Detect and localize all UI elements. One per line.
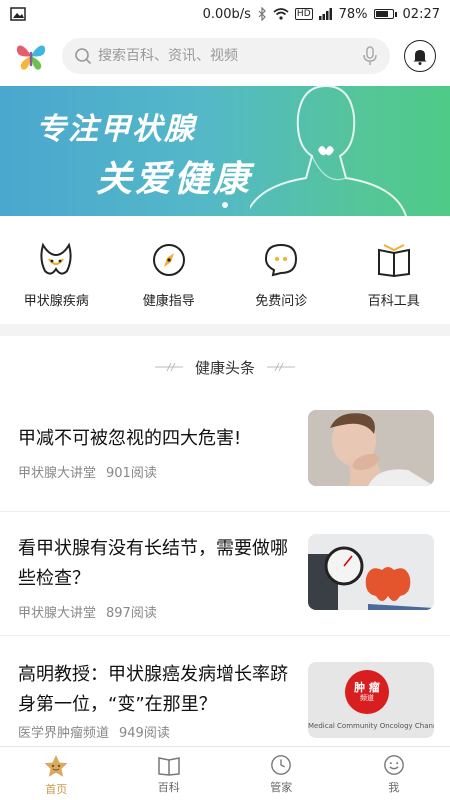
article-meta: 医学界肿瘤频道 949阅读	[18, 722, 298, 741]
tab-manager[interactable]: 管家	[225, 747, 338, 800]
carousel-indicator	[222, 202, 228, 208]
article-thumbnail	[308, 410, 434, 486]
quick-nav-free-consult[interactable]: 免费问诊	[225, 226, 338, 324]
section-title: 健康头条	[194, 358, 255, 377]
banner-carousel[interactable]: 专注甲状腺 关爱健康	[0, 86, 450, 216]
bottom-nav: 首页 百科 管家 我	[0, 746, 450, 800]
thyroid-icon	[40, 242, 72, 275]
decorative-slash-left-icon	[154, 362, 183, 372]
search-icon	[75, 48, 92, 65]
banner-line1: 专注甲状腺	[36, 112, 196, 147]
notification-button[interactable]	[404, 40, 436, 72]
clock-time: 02:27	[402, 6, 440, 22]
thumb-caption: Medical Community Oncology Chann	[308, 722, 434, 730]
quick-nav: 甲状腺疾病 健康指导 免费问诊 百科工具	[0, 226, 450, 324]
tab-home[interactable]: 首页	[0, 747, 113, 800]
header	[0, 34, 450, 78]
article-meta: 甲状腺大讲堂 897阅读	[18, 602, 298, 621]
human-silhouette-icon	[250, 86, 407, 216]
decorative-slash-right-icon	[267, 362, 295, 372]
article-source: 甲状腺大讲堂	[18, 606, 97, 621]
section-divider	[0, 324, 450, 336]
article-title: 看甲状腺有没有长结节，需要做哪些检查？	[18, 538, 288, 589]
bluetooth-icon	[258, 7, 266, 21]
quick-nav-health-guide[interactable]: 健康指导	[113, 226, 226, 324]
search-input[interactable]	[98, 48, 362, 64]
quick-nav-thyroid-disease[interactable]: 甲状腺疾病	[0, 226, 113, 324]
butterfly-logo-icon[interactable]	[14, 39, 48, 73]
banner-line2: 关爱健康	[96, 158, 253, 200]
tab-label: 首页	[45, 783, 68, 796]
article-meta: 甲状腺大讲堂 901阅读	[18, 462, 298, 481]
clock-icon	[271, 755, 292, 775]
wifi-icon	[273, 8, 289, 20]
quick-nav-encyclopedia-tools[interactable]: 百科工具	[338, 226, 450, 324]
oncology-channel-logo: 肿 瘤 频道	[345, 670, 389, 714]
hd-badge: HD	[294, 8, 313, 20]
article-source: 甲状腺大讲堂	[18, 466, 97, 481]
battery-percent: 78%	[338, 6, 368, 22]
article-thumbnail: 肿 瘤 频道 Medical Community Oncology Chann	[308, 662, 434, 738]
article-item[interactable]: 高明教授：甲状腺癌发病增长率跻身第一位，“变”在那里？ 医学界肿瘤频道 949阅读…	[0, 636, 450, 746]
article-item[interactable]: 甲减不可被忽视的四大危害! 甲状腺大讲堂 901阅读	[0, 410, 450, 512]
microphone-icon[interactable]	[362, 46, 378, 66]
article-source: 医学界肿瘤频道	[18, 726, 110, 741]
quick-nav-label: 百科工具	[367, 294, 420, 309]
gallery-notification-icon	[10, 7, 26, 21]
article-reads: 897阅读	[106, 606, 157, 621]
chat-bubble-icon	[265, 243, 298, 277]
battery-icon	[373, 9, 397, 19]
home-star-icon	[44, 755, 68, 777]
quick-nav-label: 免费问诊	[255, 294, 308, 309]
open-book-icon	[158, 757, 180, 776]
article-title: 甲减不可被忽视的四大危害!	[18, 428, 242, 449]
quick-nav-label: 甲状腺疾病	[23, 294, 89, 309]
tab-label: 我	[388, 781, 400, 794]
article-item[interactable]: 看甲状腺有没有长结节，需要做哪些检查？ 甲状腺大讲堂 897阅读	[0, 512, 450, 636]
tab-me[interactable]: 我	[338, 747, 450, 800]
article-title: 高明教授：甲状腺癌发病增长率跻身第一位，“变”在那里？	[18, 664, 288, 715]
tab-encyclopedia[interactable]: 百科	[113, 747, 226, 800]
tab-label: 管家	[270, 781, 293, 794]
book-icon	[377, 244, 410, 278]
status-bar: 0.00b/s HD 78% 02:27	[0, 0, 450, 28]
article-thumbnail	[308, 534, 434, 610]
signal-icon	[318, 8, 332, 20]
tab-label: 百科	[157, 781, 180, 794]
network-speed: 0.00b/s	[202, 6, 251, 22]
section-header: 健康头条	[0, 352, 450, 382]
search-bar[interactable]	[62, 38, 390, 74]
quick-nav-label: 健康指导	[142, 294, 195, 309]
article-reads: 901阅读	[106, 466, 157, 481]
article-reads: 949阅读	[119, 726, 170, 741]
smiley-icon	[383, 755, 404, 775]
compass-icon	[152, 244, 185, 276]
bell-icon	[413, 50, 427, 65]
